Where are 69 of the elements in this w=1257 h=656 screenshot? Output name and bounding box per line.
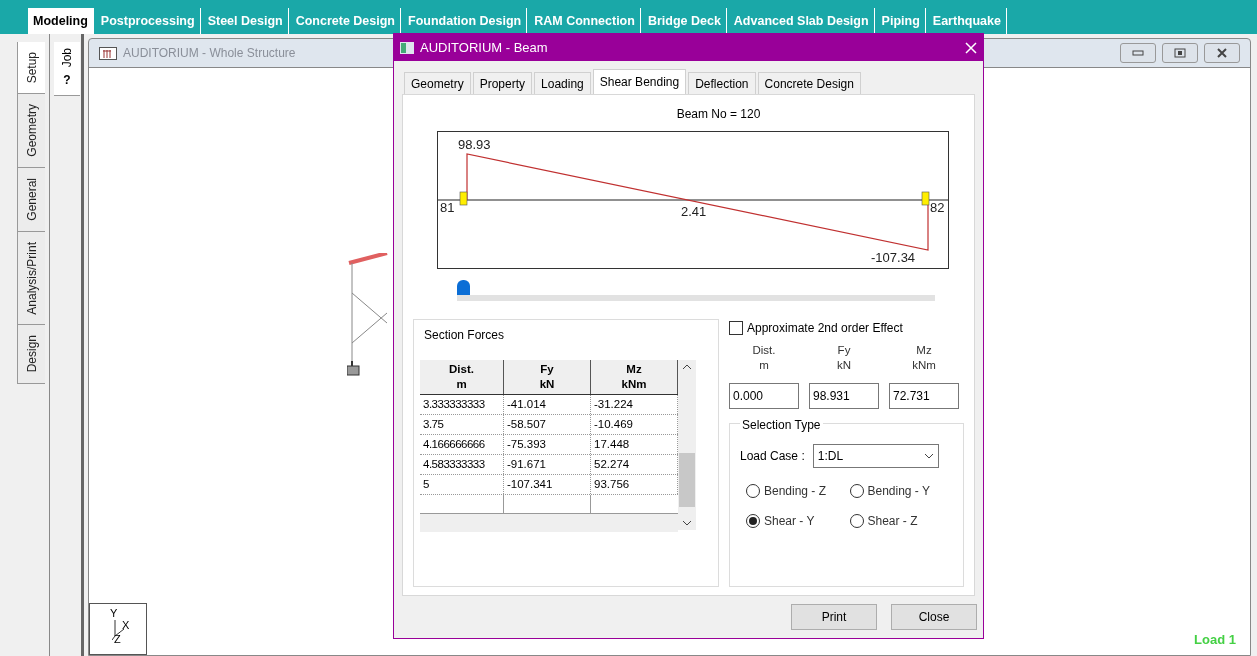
diagram-value: 98.93: [458, 137, 491, 152]
window-title: AUDITORIUM - Whole Structure: [123, 45, 296, 62]
axis-label: Y: [110, 608, 118, 619]
node-marker: [921, 191, 930, 206]
value-header: Fy kN: [836, 343, 852, 373]
axis-label: Z: [114, 634, 121, 645]
chevron-up-icon[interactable]: [682, 364, 692, 370]
column-header: Fy kN: [504, 360, 591, 394]
chevron-down-icon: [923, 453, 934, 459]
ribbon-tab[interactable]: Modeling: [28, 8, 94, 34]
dialog-tab[interactable]: Deflection: [688, 72, 756, 94]
value-header: Dist. m: [752, 343, 776, 373]
value-field[interactable]: 72.731: [889, 383, 959, 409]
load-case-label: Load Case :: [740, 448, 805, 465]
analysis-type-radio[interactable]: Bending - Z: [746, 482, 850, 500]
value-field[interactable]: 98.931: [809, 383, 879, 409]
vertical-scrollbar[interactable]: [678, 360, 696, 530]
table-cell: -91.671: [504, 455, 591, 474]
side-tab[interactable]: General: [17, 168, 45, 232]
dialog-icon: [400, 41, 414, 54]
scrollbar-thumb[interactable]: [679, 453, 695, 507]
value-header: Mz kNm: [912, 343, 936, 373]
close-icon[interactable]: [965, 41, 977, 54]
maximize-icon: [1174, 48, 1186, 58]
node-marker: [459, 191, 468, 206]
table-cell: -107.341: [504, 475, 591, 494]
diagram-value: 2.41: [681, 204, 707, 219]
side-tab[interactable]: Analysis/Print: [17, 231, 45, 326]
table-cell: 4.583333333: [420, 455, 504, 474]
second-order-checkbox[interactable]: Approximate 2nd order Effect: [729, 319, 964, 337]
dialog-title: AUDITORIUM - Beam: [420, 38, 548, 57]
table-cell: -58.507: [504, 415, 591, 434]
close-button[interactable]: [1204, 43, 1240, 63]
dialog-tab[interactable]: Property: [472, 72, 533, 94]
side-tab[interactable]: Setup: [17, 42, 45, 95]
dialog-button[interactable]: Print: [791, 604, 877, 630]
dialog-tab[interactable]: Concrete Design: [757, 72, 861, 94]
table-cell: -41.014: [504, 395, 591, 414]
side-tab[interactable]: Geometry: [17, 94, 45, 169]
node-label: 81: [440, 200, 455, 215]
analysis-type-radio[interactable]: Bending - Y: [849, 482, 953, 500]
chevron-down-icon[interactable]: [682, 520, 692, 526]
job-tab[interactable]: Job ?: [54, 42, 80, 97]
load-label: Load 1: [1194, 630, 1236, 649]
dialog-tab[interactable]: Geometry: [404, 72, 471, 94]
value-field[interactable]: 0.000: [729, 383, 799, 409]
table-cell: 3.75: [420, 415, 504, 434]
close-icon: [1216, 48, 1228, 58]
axis-label: X: [122, 620, 130, 631]
table-cell: 4.166666666: [420, 435, 504, 454]
analysis-type-radio[interactable]: Shear - Y: [746, 512, 850, 530]
minimize-icon: [1132, 50, 1144, 56]
table-cell: 5: [420, 475, 504, 494]
side-tab[interactable]: Design: [17, 325, 45, 384]
maximize-button[interactable]: [1162, 43, 1198, 63]
node-label: 82: [930, 200, 945, 215]
dialog-tab[interactable]: Loading: [534, 72, 591, 94]
dialog-button[interactable]: Close: [891, 604, 977, 630]
diagram-value: -107.34: [871, 250, 916, 265]
load-case-dropdown[interactable]: 1:DL: [812, 444, 939, 468]
table-cell: -75.393: [504, 435, 591, 454]
slider-thumb[interactable]: [457, 280, 470, 295]
beam-number: Beam No = 120: [676, 106, 761, 123]
column-header: Dist. m: [420, 360, 504, 394]
analysis-type-radio[interactable]: Shear - Z: [849, 512, 953, 530]
horizontal-scrollbar[interactable]: [420, 514, 678, 532]
window-icon: [99, 46, 117, 60]
dialog-tab[interactable]: Shear Bending: [592, 69, 687, 94]
table-cell: 3.333333333: [420, 395, 504, 414]
